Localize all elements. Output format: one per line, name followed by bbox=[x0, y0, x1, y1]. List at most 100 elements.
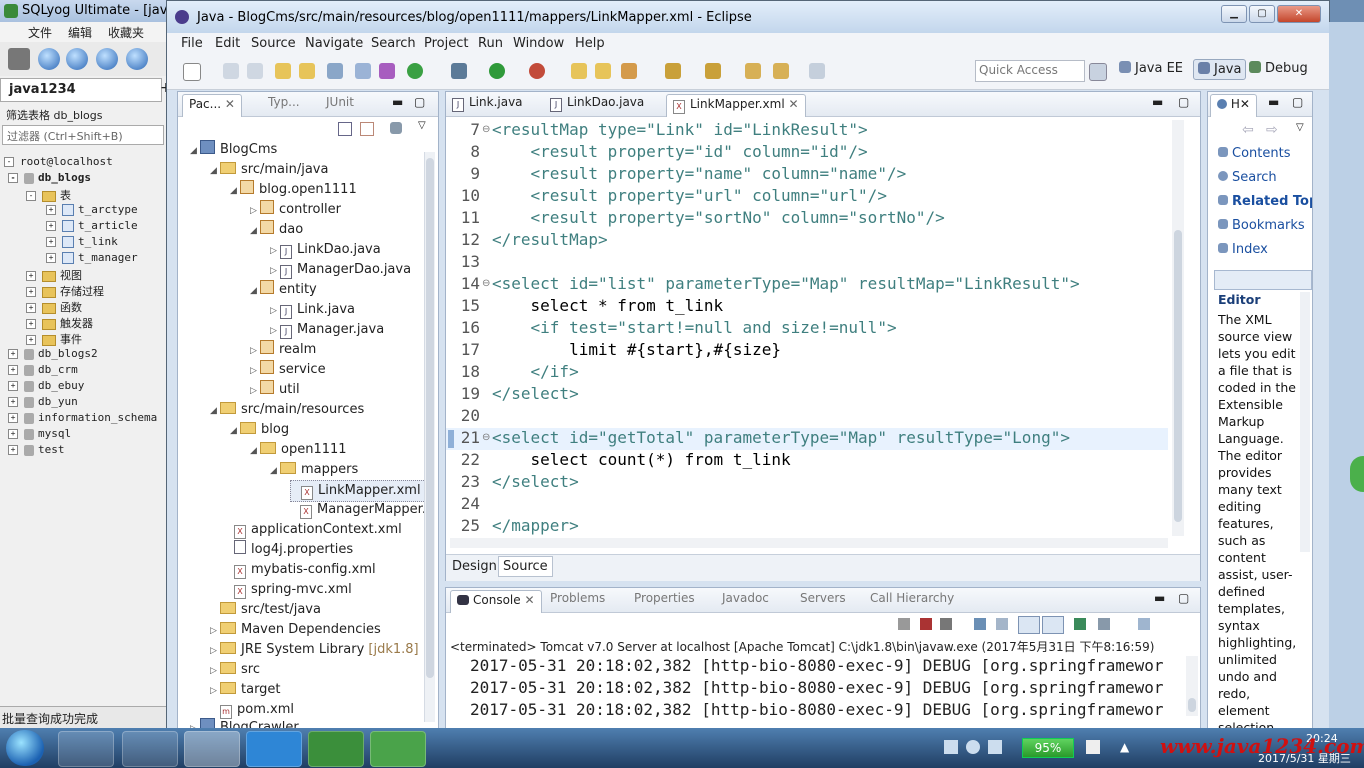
code-line[interactable]: select count(*) from t_link bbox=[492, 450, 791, 469]
menu-help[interactable]: Help bbox=[575, 36, 605, 51]
tree-file-log4j[interactable]: log4j.properties bbox=[234, 540, 353, 560]
tree-node-db-crm[interactable]: + db_crm bbox=[8, 363, 78, 376]
prev-annotation-icon[interactable] bbox=[705, 63, 721, 79]
minimize-view-icon[interactable]: ▬ bbox=[392, 95, 403, 109]
save-all-icon[interactable] bbox=[247, 63, 263, 79]
tray-expand-icon[interactable]: ▲ bbox=[1120, 740, 1129, 754]
view-menu-icon[interactable] bbox=[390, 122, 402, 134]
sqlyog-menu-edit[interactable]: 编辑 bbox=[68, 24, 92, 41]
show-stderr-icon[interactable] bbox=[1042, 616, 1064, 634]
tree-node-procedures[interactable]: + 存储过程 bbox=[26, 283, 104, 299]
tree-package-controller[interactable]: ▷ controller bbox=[250, 200, 341, 220]
tree-src-main-java[interactable]: ◢ src/main/java bbox=[210, 160, 328, 180]
tree-node-triggers[interactable]: + 触发器 bbox=[26, 315, 93, 331]
tray-icon[interactable] bbox=[944, 740, 958, 754]
maximize-view-icon[interactable]: ▢ bbox=[414, 95, 425, 109]
help-link-index[interactable]: Index bbox=[1218, 242, 1268, 257]
forward-arrow-icon[interactable]: ⇨ bbox=[1266, 122, 1278, 138]
scrollbar-thumb[interactable] bbox=[1174, 230, 1182, 522]
scrollbar-thumb[interactable] bbox=[426, 158, 434, 678]
scrollbar-thumb[interactable] bbox=[1188, 698, 1196, 712]
tab-junit[interactable]: JUnit bbox=[326, 95, 354, 109]
tree-file-managermapper[interactable]: X ManagerMapper. bbox=[290, 500, 426, 520]
edit-icon[interactable] bbox=[621, 63, 637, 79]
tree-node-t-link[interactable]: + t_link bbox=[46, 235, 118, 248]
maximize-console-icon[interactable]: ▢ bbox=[1178, 591, 1189, 605]
battery-indicator[interactable]: 95% bbox=[1022, 738, 1074, 758]
maximize-editor-icon[interactable]: ▢ bbox=[1178, 95, 1189, 109]
tree-node-t-arctype[interactable]: + t_arctype bbox=[46, 203, 138, 216]
terminate-icon[interactable] bbox=[898, 618, 910, 630]
tree-jre-library[interactable]: ▷ JRE System Library [jdk1.8] bbox=[210, 640, 419, 660]
tray-help-icon[interactable] bbox=[966, 740, 980, 754]
ime-toolbar[interactable] bbox=[1214, 270, 1312, 290]
tray-network-icon[interactable] bbox=[1086, 740, 1100, 754]
tree-node-events[interactable]: + 事件 bbox=[26, 331, 82, 347]
stop-icon[interactable] bbox=[126, 48, 148, 70]
perspective-java-ee[interactable]: Java EE bbox=[1119, 61, 1183, 76]
tab-servers[interactable]: Servers bbox=[800, 591, 846, 605]
help-link-related-topics[interactable]: Related Topi bbox=[1218, 194, 1312, 209]
tree-folder-src[interactable]: ▷ src bbox=[210, 660, 260, 680]
taskbar-app-wps-icon[interactable] bbox=[246, 731, 302, 767]
open-perspective-icon[interactable] bbox=[1089, 63, 1107, 81]
code-line[interactable]: <resultMap type="Link" id="LinkResult"> bbox=[492, 120, 868, 139]
tree-file-spring-mvc[interactable]: Xspring-mvc.xml bbox=[234, 580, 352, 600]
open-type-icon[interactable] bbox=[275, 63, 291, 79]
minimize-console-icon[interactable]: ▬ bbox=[1154, 591, 1165, 605]
tree-node-t-article[interactable]: + t_article bbox=[46, 219, 138, 232]
tree-package-util[interactable]: ▷ util bbox=[250, 380, 300, 400]
taskbar-app-camtasia-icon[interactable] bbox=[308, 731, 364, 767]
tab-properties[interactable]: Properties bbox=[634, 591, 695, 605]
tab-source[interactable]: Source bbox=[498, 556, 553, 577]
chevron-down-icon[interactable]: ▽ bbox=[418, 120, 426, 131]
taskbar-app-colorful-icon[interactable] bbox=[58, 731, 114, 767]
menu-project[interactable]: Project bbox=[424, 36, 468, 51]
tree-package-realm[interactable]: ▷ realm bbox=[250, 340, 316, 360]
link-editor-icon[interactable] bbox=[360, 122, 374, 136]
tree-node-mysql[interactable]: + mysql bbox=[8, 427, 71, 440]
execute-icon[interactable] bbox=[66, 48, 88, 70]
open-resource-icon[interactable] bbox=[299, 63, 315, 79]
tree-folder-target[interactable]: ▷ target bbox=[210, 680, 281, 700]
debug-icon[interactable] bbox=[451, 63, 467, 79]
fold-marker-icon[interactable]: ⊖ bbox=[482, 124, 490, 135]
fold-marker-icon[interactable]: ⊖ bbox=[482, 278, 490, 289]
code-line[interactable]: </select> bbox=[492, 472, 579, 491]
code-line[interactable]: limit #{start},#{size} bbox=[492, 340, 781, 359]
tree-package-service[interactable]: ▷ service bbox=[250, 360, 326, 380]
perspective-java[interactable]: Java bbox=[1193, 59, 1247, 80]
tab-console[interactable]: Console ✕ bbox=[450, 590, 542, 613]
tree-package-dao[interactable]: ◢ dao bbox=[250, 220, 303, 240]
editor-vertical-scrollbar[interactable] bbox=[1172, 120, 1184, 536]
code-line[interactable]: <result property="sortNo" column="sortNo… bbox=[492, 208, 945, 227]
code-line[interactable]: </if> bbox=[492, 362, 579, 381]
minimize-editor-icon[interactable]: ▬ bbox=[1152, 95, 1163, 109]
tab-call-hierarchy[interactable]: Call Hierarchy bbox=[870, 591, 954, 605]
maximize-button[interactable]: ▢ bbox=[1249, 5, 1275, 23]
filter-input[interactable]: 过滤器 (Ctrl+Shift+B) bbox=[2, 125, 164, 145]
back-icon[interactable] bbox=[773, 63, 789, 79]
start-button-icon[interactable] bbox=[6, 730, 44, 766]
connection-tab[interactable]: java1234 bbox=[0, 78, 162, 102]
help-link-bookmarks[interactable]: Bookmarks bbox=[1218, 218, 1305, 233]
tray-keyboard-icon[interactable] bbox=[988, 740, 1002, 754]
refresh-icon[interactable] bbox=[38, 48, 60, 70]
taskbar-app-sqlyog-icon[interactable] bbox=[122, 731, 178, 767]
menu-window[interactable]: Window bbox=[513, 36, 564, 51]
tab-design[interactable]: Design bbox=[452, 559, 497, 574]
menu-source[interactable]: Source bbox=[251, 36, 296, 51]
tab-type-hierarchy[interactable]: Typ... bbox=[268, 95, 300, 109]
refresh-icon[interactable] bbox=[407, 63, 423, 79]
code-line[interactable]: </resultMap> bbox=[492, 230, 608, 249]
chevron-down-icon[interactable]: ▽ bbox=[1296, 122, 1304, 133]
menu-edit[interactable]: Edit bbox=[215, 36, 240, 51]
editor-horizontal-scrollbar[interactable] bbox=[450, 538, 1168, 548]
code-line[interactable]: <if test="start!=null and size!=null"> bbox=[492, 318, 897, 337]
server-icon[interactable] bbox=[379, 63, 395, 79]
tree-node-t-manager[interactable]: + t_manager bbox=[46, 251, 138, 264]
remove-launch-icon[interactable] bbox=[920, 618, 932, 630]
scroll-lock-icon[interactable] bbox=[996, 618, 1008, 630]
menu-run[interactable]: Run bbox=[478, 36, 503, 51]
tree-file-pom[interactable]: m pom.xml bbox=[220, 700, 294, 720]
